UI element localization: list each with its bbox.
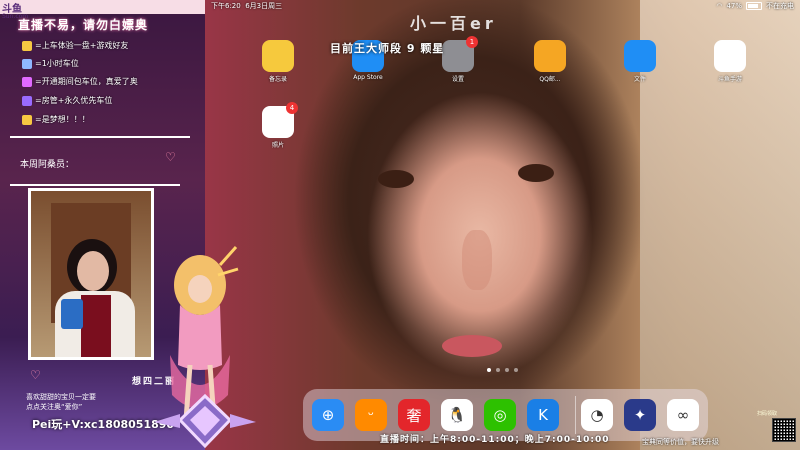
battery-icon: [746, 2, 762, 10]
perk-icon: [22, 76, 32, 87]
perk-item: =是梦想！！！: [22, 114, 90, 125]
page-indicator[interactable]: [487, 368, 518, 372]
douyu-dock-icon[interactable]: ◔: [581, 399, 613, 431]
lips: [442, 335, 502, 357]
perk-text: =上车体验一盘+游戏好友: [35, 41, 129, 50]
perk-item: =1小时车位: [22, 58, 79, 69]
webcam-cup: [61, 299, 83, 329]
status-time: 下午6:20: [211, 2, 241, 10]
app-files[interactable]: 文件: [616, 40, 664, 83]
qq-icon[interactable]: 🐧: [441, 399, 473, 431]
app-photos[interactable]: 4 照片: [254, 102, 302, 149]
perk-text: =房管+永久优先车位: [35, 96, 113, 105]
page-dot-3[interactable]: [505, 368, 509, 372]
rank-overlay-text: 目前王大师段 9 颗星: [330, 42, 445, 55]
heart-icon: ♡: [30, 368, 41, 382]
perk-text: =1小时车位: [35, 59, 79, 68]
notification-badge: 1: [466, 36, 478, 48]
fanqie-icon[interactable]: 奢: [398, 399, 430, 431]
notification-badge: 4: [286, 102, 298, 114]
notes-icon[interactable]: [262, 40, 294, 72]
perk-item: =开通期间包车位，真爱了奥: [22, 76, 138, 87]
perk-item: =上车体验一盘+游戏好友: [22, 40, 128, 51]
upgrade-notice: 宝典同等价值，要快升级: [642, 438, 719, 446]
page-dot-4[interactable]: [514, 368, 518, 372]
page-dot-1[interactable]: [487, 368, 491, 372]
douyu-icon[interactable]: [714, 40, 746, 72]
status-bar: 下午6:20 6月3日周三 ◠ 47% 不在充电: [205, 0, 800, 12]
app-label: 照片: [271, 142, 284, 149]
battery-percent: 47%: [726, 2, 742, 10]
perk-icon: [22, 58, 32, 69]
files-icon[interactable]: [624, 40, 656, 72]
streamer-webcam: [28, 188, 154, 360]
overlay-topbar: [0, 0, 205, 14]
members-label: 本周阿桑员：: [20, 160, 75, 170]
taobao-icon[interactable]: ᵕ: [355, 399, 387, 431]
settings-icon[interactable]: 1: [442, 36, 478, 72]
status-date: 6月3日周三: [245, 2, 283, 10]
mail-icon[interactable]: [534, 40, 566, 72]
heart-icon: ♡: [165, 150, 176, 164]
wechat-icon[interactable]: ◎: [484, 399, 516, 431]
divider-line: [10, 184, 180, 186]
face-shading: [462, 230, 492, 290]
app-douyu[interactable]: 斗鱼手游: [706, 40, 754, 83]
stream-schedule: 直播时间：上午8:00-11:00；晚上7:00-10:00: [380, 435, 610, 445]
app-label: App Store: [353, 74, 383, 81]
promo-line-2: 点点关注奥“爱你”: [26, 403, 83, 411]
perk-icon: [22, 114, 32, 125]
qr-code[interactable]: [772, 418, 796, 442]
right-eye: [518, 164, 554, 182]
page-dot-2[interactable]: [496, 368, 500, 372]
perk-text: =开通期间包车位，真爱了奥: [35, 77, 138, 86]
charging-status: 不在充电: [766, 2, 794, 10]
game-icon[interactable]: ✦: [624, 399, 656, 431]
app-mail[interactable]: QQ邮...: [526, 40, 574, 83]
baidu-pan-icon[interactable]: ∞: [667, 399, 699, 431]
dock-divider: [575, 396, 576, 434]
photos-icon[interactable]: 4: [262, 102, 298, 138]
kugou-icon[interactable]: K: [527, 399, 559, 431]
perk-icon: [22, 95, 32, 106]
rank-emblem-icon: [154, 393, 256, 449]
divider-line: [10, 136, 190, 138]
perk-item: =房管+永久优先车位: [22, 95, 112, 106]
app-label: 文件: [633, 76, 646, 83]
qr-label: 扫码领取: [757, 411, 778, 417]
left-eye: [378, 170, 414, 188]
app-label: 设置: [451, 76, 464, 83]
app-notes[interactable]: 备忘录: [254, 40, 302, 83]
webcam-face: [77, 251, 109, 291]
webcam-shirt: [81, 295, 111, 357]
wifi-icon: ◠: [716, 2, 723, 10]
perk-icon: [22, 40, 32, 51]
follow-promo: 喜欢甜甜的宝贝一定要 点点关注奥“爱你”: [26, 392, 96, 412]
safari-icon[interactable]: ⊕: [312, 399, 344, 431]
promo-line-1: 喜欢甜甜的宝贝一定要: [26, 393, 96, 401]
stream-wordmark: 小一百er: [410, 14, 497, 33]
app-label: 备忘录: [268, 76, 287, 83]
perk-text: =是梦想！！！: [35, 115, 90, 124]
app-label: 斗鱼手游: [717, 76, 742, 83]
overlay-title: 直播不易，请勿白嫖奥: [18, 18, 149, 32]
app-label: QQ邮...: [539, 76, 561, 83]
